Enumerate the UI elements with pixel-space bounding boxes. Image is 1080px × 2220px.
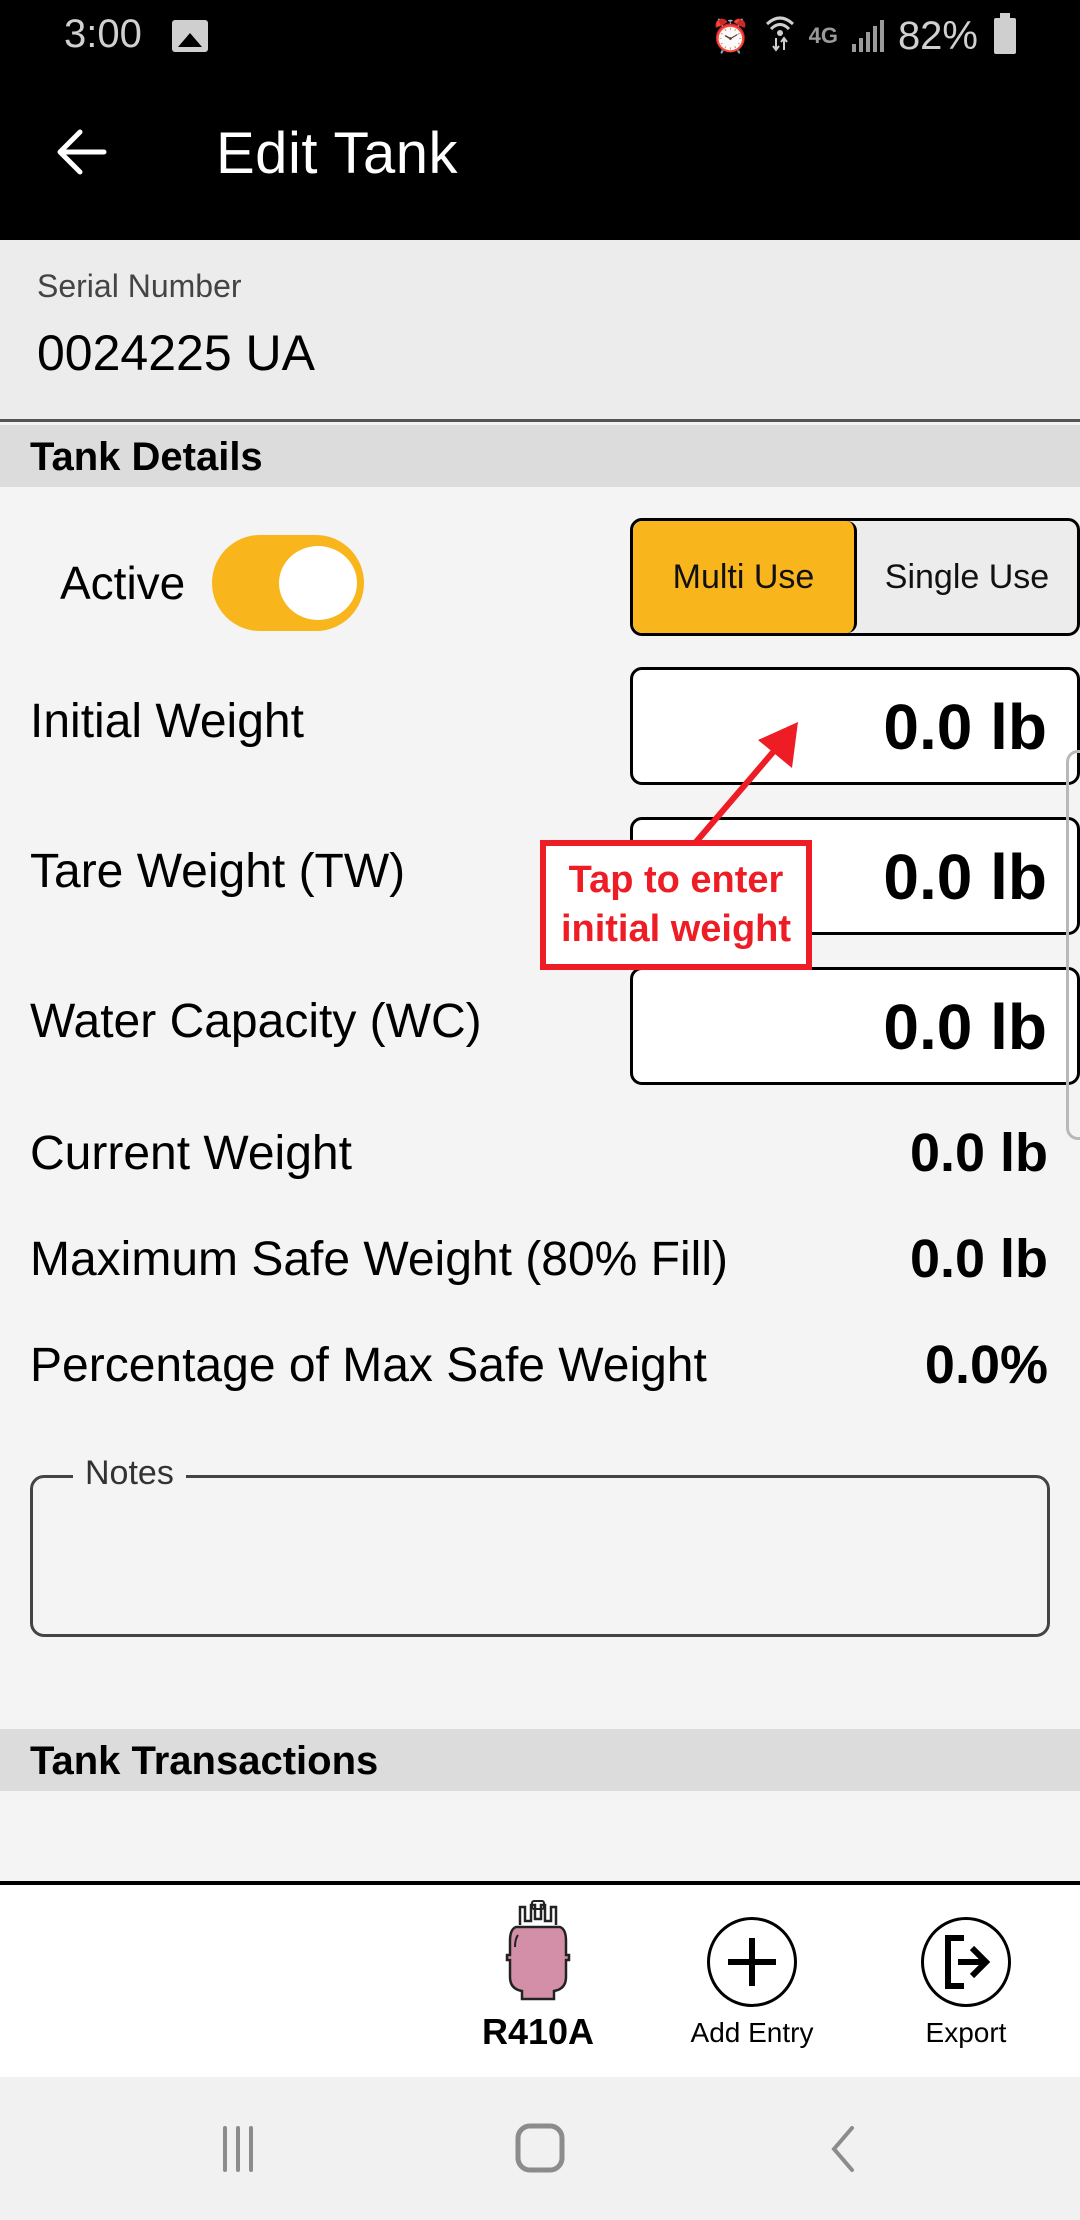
- battery-percent: 82%: [897, 13, 978, 58]
- callout-line-1: Tap to enter: [568, 858, 784, 901]
- toggle-knob: [276, 543, 360, 623]
- wifi-icon: [765, 12, 795, 60]
- chevron-left-icon: [831, 2126, 854, 2172]
- water-capacity-label: Water Capacity (WC): [30, 995, 482, 1048]
- bottom-toolbar: R410A Add Entry Export: [0, 1881, 1080, 2077]
- callout-line-2: initial weight: [560, 908, 792, 950]
- arrow-left-icon: [57, 129, 107, 175]
- tank-transactions-header: Tank Transactions: [0, 1729, 1080, 1791]
- add-entry-label: Add Entry: [690, 2017, 814, 2048]
- alarm-icon: ⏰: [710, 18, 751, 54]
- tank-details-header: Tank Details: [0, 425, 1080, 487]
- status-icons: ⏰ 4G 82%: [711, 12, 1016, 60]
- callout-arrow-icon: [693, 722, 798, 844]
- refrigerant-button[interactable]: R410A: [448, 1885, 628, 2075]
- current-weight-label: Current Weight: [30, 1127, 352, 1180]
- callout-annotation: Tap to enter initial weight: [540, 840, 812, 970]
- current-weight-value: 0.0 lb: [909, 1123, 1048, 1183]
- refrigerant-tank-icon: [505, 1900, 571, 2001]
- status-bar: 3:00 ⏰ 4G 82%: [0, 0, 1080, 72]
- app-bar: Edit Tank: [0, 72, 1080, 240]
- initial-weight-value: 0.0 lb: [883, 691, 1047, 763]
- notes-label: Notes: [73, 1454, 186, 1493]
- serial-number-value: 0024225 UA: [37, 325, 316, 381]
- scroll-handle[interactable]: [1066, 750, 1080, 1140]
- 4g-lte-icon: 4G: [808, 23, 838, 48]
- signal-icon: [851, 20, 884, 52]
- refrigerant-label: R410A: [481, 2011, 595, 2052]
- tare-weight-label: Tare Weight (TW): [30, 845, 406, 898]
- battery-icon: [994, 13, 1016, 54]
- add-entry-button[interactable]: Add Entry: [662, 1885, 842, 2075]
- max-safe-weight-value: 0.0 lb: [909, 1229, 1048, 1289]
- multi-use-button[interactable]: Multi Use: [633, 521, 857, 633]
- active-label: Active: [60, 557, 186, 609]
- home-icon: [515, 2123, 565, 2173]
- system-back-button[interactable]: [802, 2117, 882, 2181]
- water-capacity-value: 0.0 lb: [883, 991, 1047, 1063]
- active-toggle[interactable]: [212, 535, 364, 631]
- add-icon: [707, 1917, 797, 2007]
- page-title: Edit Tank: [216, 121, 459, 186]
- export-icon: [921, 1917, 1011, 2007]
- system-nav-bar: [0, 2077, 1080, 2220]
- use-type-segmented-control: Multi Use Single Use: [630, 518, 1080, 636]
- percent-max-label: Percentage of Max Safe Weight: [30, 1339, 707, 1392]
- max-safe-weight-label: Maximum Safe Weight (80% Fill): [30, 1233, 728, 1286]
- tare-weight-value: 0.0 lb: [883, 841, 1047, 913]
- gallery-icon: [172, 20, 208, 52]
- export-button[interactable]: Export: [876, 1885, 1056, 2075]
- single-use-button[interactable]: Single Use: [857, 521, 1077, 633]
- notes-input[interactable]: Notes: [30, 1454, 1050, 1637]
- serial-number-section: Serial Number 0024225 UA: [0, 240, 1080, 422]
- water-capacity-input[interactable]: 0.0 lb: [630, 967, 1080, 1085]
- home-button[interactable]: [500, 2117, 580, 2181]
- back-button[interactable]: [52, 122, 112, 182]
- initial-weight-label: Initial Weight: [30, 695, 304, 748]
- tank-transactions-title: Tank Transactions: [30, 1739, 379, 1783]
- status-time: 3:00: [64, 12, 142, 56]
- percent-max-value: 0.0%: [924, 1335, 1048, 1395]
- tank-details-title: Tank Details: [30, 435, 263, 479]
- recents-icon: [223, 2126, 253, 2172]
- serial-number-label: Serial Number: [37, 268, 242, 304]
- export-label: Export: [925, 2017, 1007, 2048]
- recents-button[interactable]: [198, 2117, 278, 2181]
